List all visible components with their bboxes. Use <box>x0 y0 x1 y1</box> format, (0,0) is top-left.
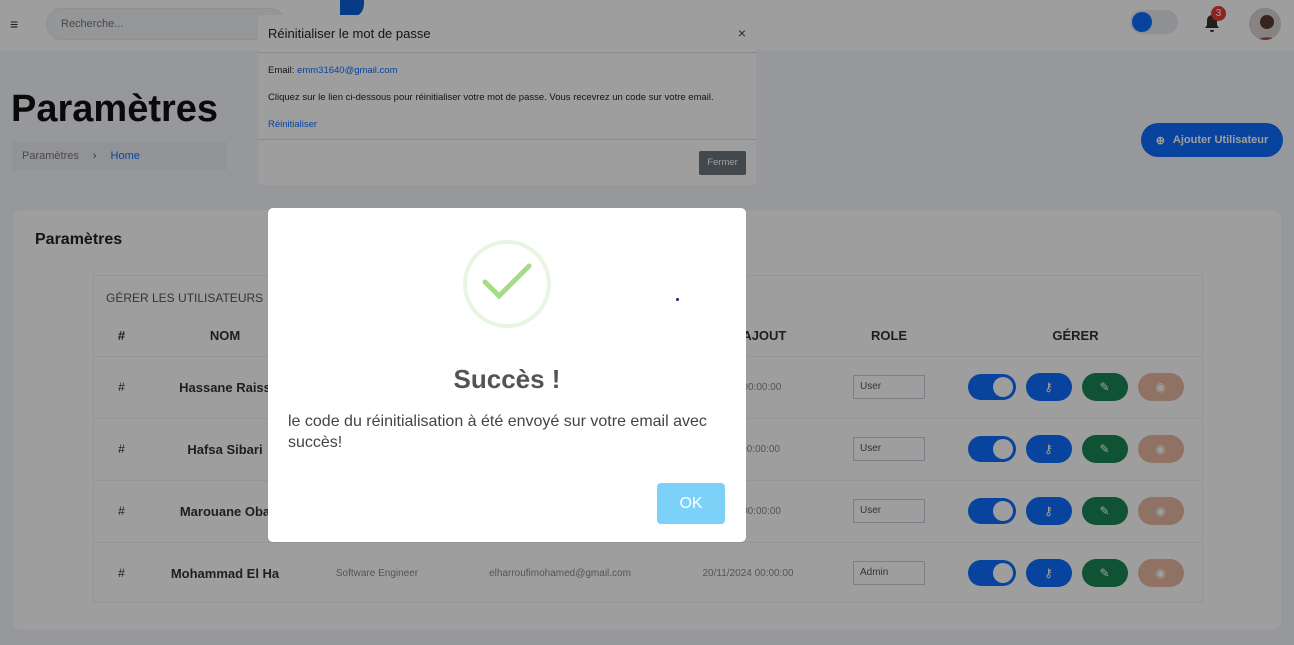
success-check-icon <box>463 240 551 328</box>
success-title: Succès ! <box>453 364 561 394</box>
ok-button[interactable]: OK <box>657 483 725 524</box>
loading-dot <box>676 298 679 301</box>
success-message: le code du réinitialisation à été envoyé… <box>288 413 707 451</box>
success-dialog: Succès ! le code du réinitialisation à é… <box>268 208 746 542</box>
